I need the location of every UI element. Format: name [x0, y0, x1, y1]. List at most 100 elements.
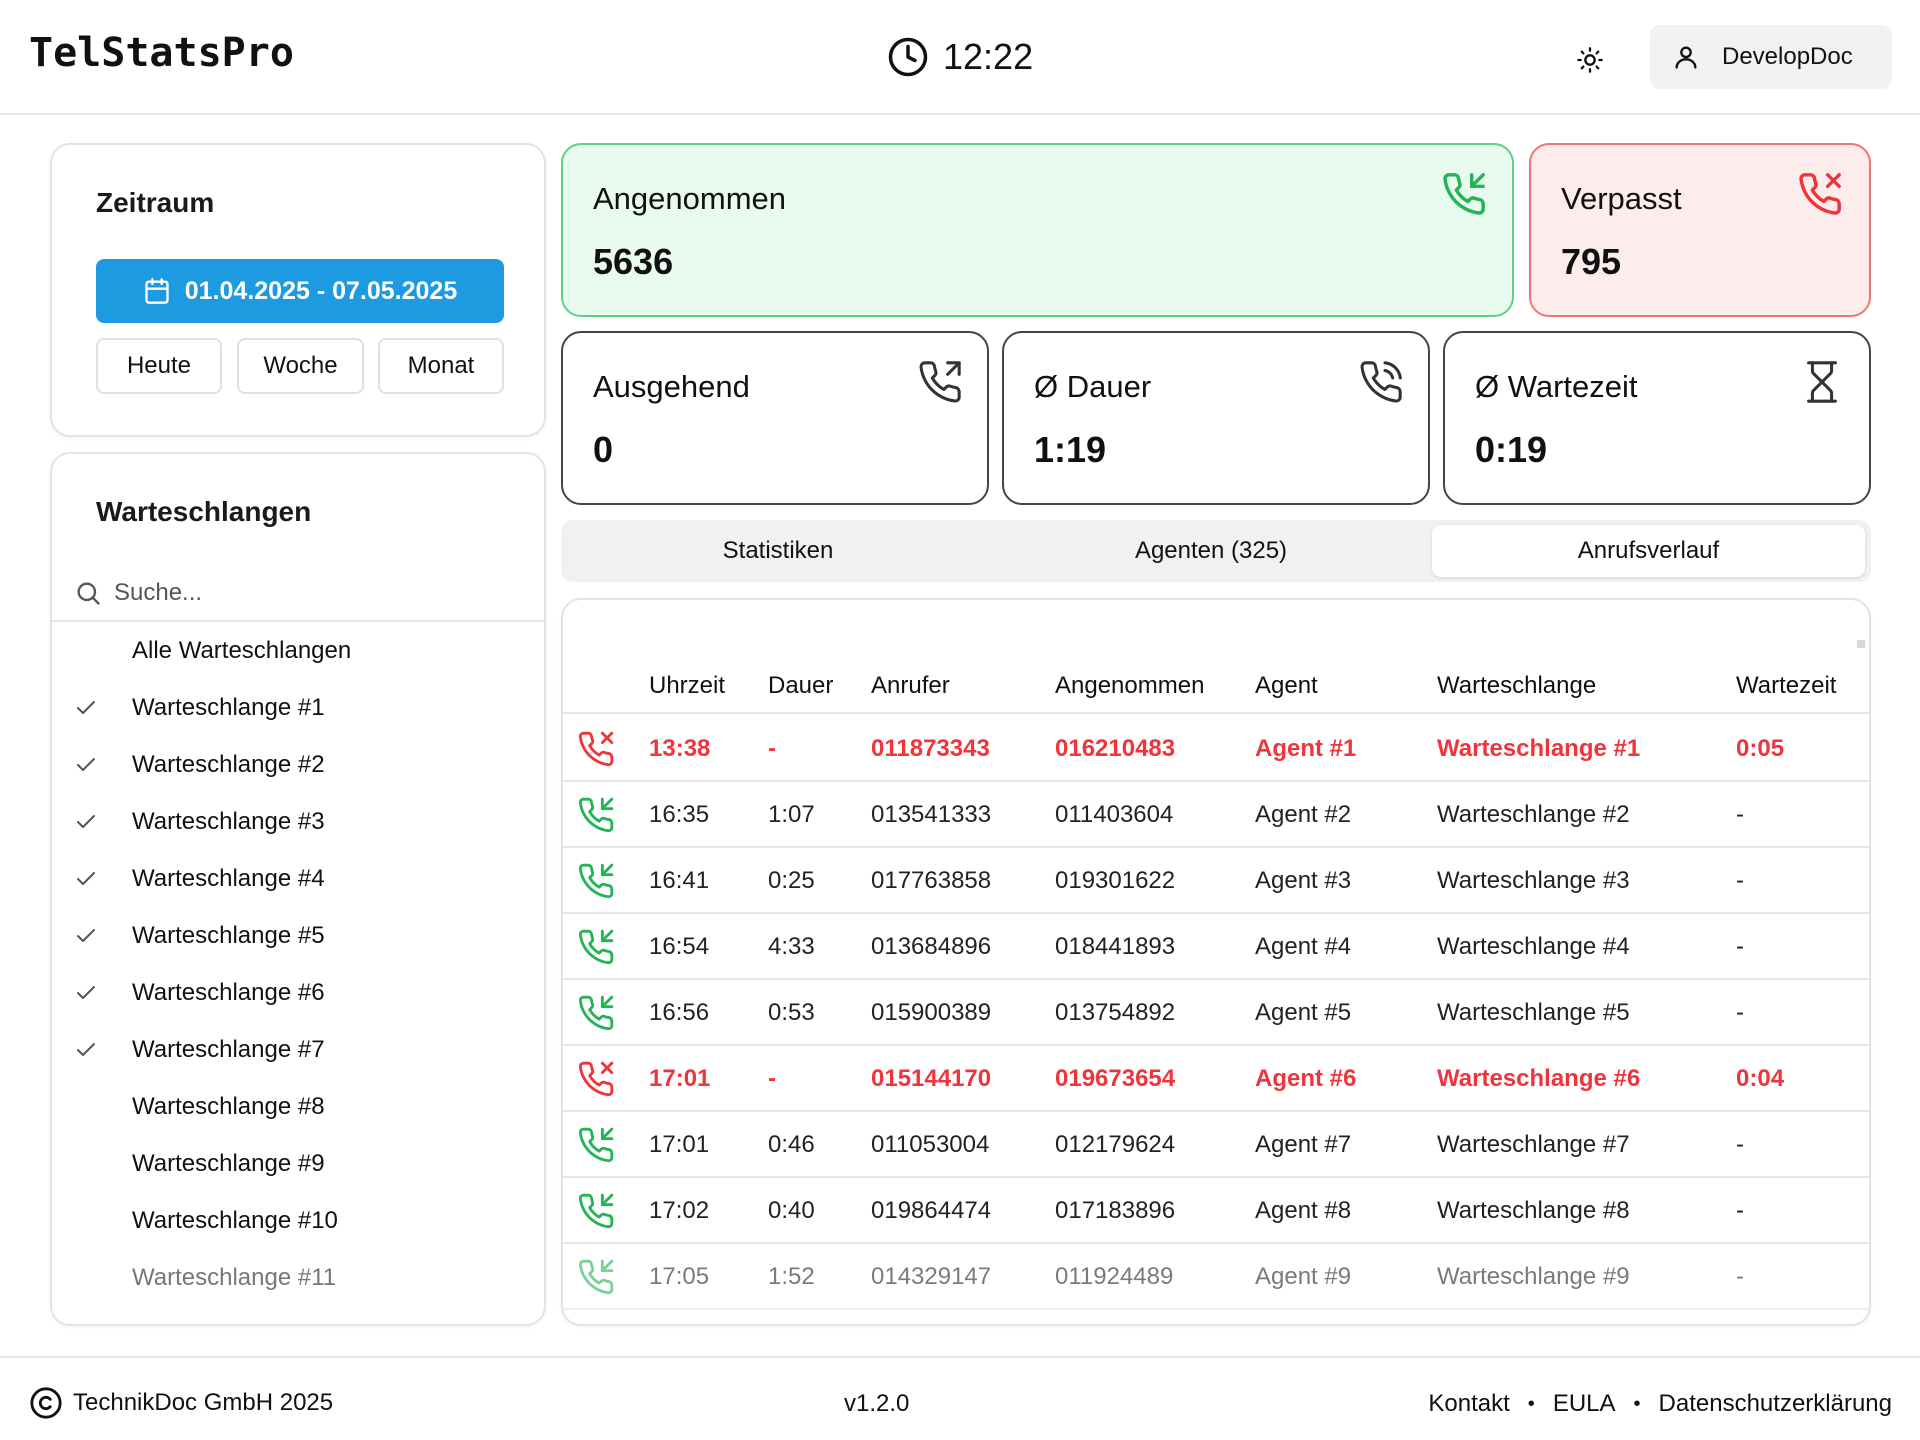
queue-item[interactable]: Warteschlange #5 — [52, 907, 544, 964]
table-cell: 013541333 — [871, 801, 992, 828]
table-cell: - — [1736, 933, 1744, 960]
table-cell: Warteschlange #2 — [1437, 801, 1630, 828]
queues-title: Warteschlangen — [96, 496, 312, 527]
column-header[interactable]: Angenommen — [1055, 672, 1204, 700]
table-cell: Warteschlange #9 — [1437, 1263, 1630, 1290]
table-cell: 019301622 — [1055, 867, 1176, 894]
stat-card-missed: Verpasst 795 — [1529, 143, 1871, 317]
tab-agents[interactable]: Agenten (325) — [999, 525, 1423, 577]
table-row[interactable]: 13:38 - 011873343 016210483 Agent #1 Wartesch… — [563, 716, 1869, 782]
table-cell: 017183896 — [1055, 1197, 1176, 1224]
check-icon — [77, 929, 95, 942]
queue-item[interactable]: Warteschlange #10 — [52, 1192, 544, 1249]
clock-icon — [888, 37, 928, 77]
stat-card-avg-wait: Ø Wartezeit 0:19 — [1443, 331, 1871, 505]
stat-label: Ø Wartezeit — [1475, 369, 1638, 404]
hourglass-icon — [1807, 361, 1837, 403]
queue-item[interactable]: Warteschlange #3 — [52, 793, 544, 850]
table-cell: 012179624 — [1055, 1131, 1176, 1158]
table-cell: Warteschlange #1 — [1437, 735, 1641, 762]
column-header[interactable]: Dauer — [768, 672, 833, 700]
table-cell: 011053004 — [871, 1131, 990, 1158]
user-menu-button[interactable]: DevelopDoc — [1650, 25, 1892, 89]
separator-dot: • — [1527, 1392, 1535, 1415]
table-cell: 4:33 — [768, 933, 815, 960]
stat-value: 1:19 — [1034, 429, 1107, 470]
table-cell: Agent #7 — [1255, 1131, 1352, 1158]
queue-item-label: Warteschlange #7 — [132, 1035, 325, 1063]
table-row[interactable]: 17:02 0:40 019864474 017183896 Agent #8 Warte… — [563, 1178, 1869, 1244]
stat-value: 5636 — [593, 241, 674, 282]
table-row[interactable]: 16:54 4:33 013684896 018441893 Agent #4 Warte… — [563, 914, 1869, 980]
eula-link[interactable]: EULA — [1553, 1390, 1616, 1418]
table-cell: 17:01 — [649, 1131, 710, 1158]
contact-link[interactable]: Kontakt — [1428, 1390, 1509, 1418]
month-button[interactable]: Monat — [378, 338, 504, 394]
check-icon — [77, 1043, 95, 1056]
footer-links: Kontakt • EULA • Datenschutzerklärung — [1428, 1390, 1892, 1418]
table-cell: 0:53 — [768, 999, 815, 1026]
table-cell: - — [1736, 1197, 1744, 1224]
clock: 12:22 — [887, 36, 1033, 78]
table-cell: Warteschlange #8 — [1437, 1197, 1630, 1224]
table-cell: 019864474 — [871, 1197, 992, 1224]
stat-label: Ausgehend — [593, 369, 750, 404]
table-row[interactable]: 16:35 1:07 013541333 011403604 Agent #2 Warte… — [563, 782, 1869, 848]
queue-item[interactable]: Alle Warteschlangen — [52, 622, 544, 679]
scrollbar[interactable] — [1857, 640, 1865, 648]
table-cell: - — [1736, 1263, 1744, 1290]
queue-item-label: Warteschlange #5 — [132, 921, 325, 949]
calendar-icon — [145, 278, 169, 304]
table-cell: Warteschlange #7 — [1437, 1131, 1630, 1158]
phone-call-icon — [1360, 361, 1402, 403]
theme-toggle-button[interactable] — [1570, 40, 1610, 80]
queue-item-label: Warteschlange #6 — [132, 978, 325, 1006]
queue-search — [52, 566, 544, 622]
table-row[interactable]: 16:41 0:25 017763858 019301622 Agent #3 Warte… — [563, 848, 1869, 914]
tab-call-history[interactable]: Anrufsverlauf — [1432, 525, 1865, 577]
date-range-value: 01.04.2025 - 07.05.2025 — [184, 276, 458, 305]
week-button[interactable]: Woche — [237, 338, 364, 394]
column-header[interactable]: Uhrzeit — [649, 672, 725, 700]
copyright-icon — [30, 1387, 62, 1419]
queue-item[interactable]: Warteschlange #6 — [52, 964, 544, 1021]
column-header[interactable]: Agent — [1255, 672, 1318, 700]
table-cell: - — [768, 1065, 776, 1092]
stat-card-outgoing: Ausgehend 0 — [561, 331, 989, 505]
table-row[interactable]: 17:05 1:52 014329147 011924489 Agent #9 Warte… — [563, 1244, 1869, 1310]
app-footer: TechnikDoc GmbH 2025 v1.2.0 Kontakt • EU… — [0, 1356, 1920, 1440]
tab-statistics[interactable]: Statistiken — [566, 525, 990, 577]
check-icon — [77, 758, 95, 771]
table-cell: Agent #1 — [1255, 735, 1357, 762]
queue-item[interactable]: Warteschlange #1 — [52, 679, 544, 736]
queue-search-input[interactable] — [114, 579, 494, 607]
queue-item[interactable]: Warteschlange #9 — [52, 1135, 544, 1192]
privacy-link[interactable]: Datenschutzerklärung — [1659, 1390, 1892, 1418]
column-header[interactable]: Anrufer — [871, 672, 950, 700]
column-header[interactable]: Wartezeit — [1736, 672, 1836, 700]
queue-item[interactable]: Warteschlange #7 — [52, 1021, 544, 1078]
table-cell: - — [768, 735, 776, 762]
table-row[interactable]: 16:56 0:53 015900389 013754892 Agent #5 Warte… — [563, 980, 1869, 1046]
table-row[interactable]: 17:01 0:46 011053004 012179624 Agent #7 Warte… — [563, 1112, 1869, 1178]
date-range-picker-button[interactable]: 01.04.2025 - 07.05.2025 — [96, 259, 504, 323]
phone-incoming-icon — [578, 1127, 614, 1163]
queue-item-label: Warteschlange #4 — [132, 864, 325, 892]
table-cell: 013684896 — [871, 933, 992, 960]
table-cell: 1:52 — [768, 1263, 815, 1290]
queue-item[interactable]: Warteschlange #11 — [52, 1249, 544, 1306]
queue-item[interactable]: Warteschlange #4 — [52, 850, 544, 907]
stat-label: Angenommen — [593, 181, 787, 216]
queue-item[interactable]: Warteschlange #2 — [52, 736, 544, 793]
table-cell: Agent #4 — [1255, 933, 1352, 960]
phone-incoming-icon — [578, 995, 614, 1031]
table-body: 13:38 - 011873343 016210483 Agent #1 Wartesch… — [563, 716, 1869, 1310]
table-row[interactable]: 17:01 - 015144170 019673654 Agent #6 Wartesch… — [563, 1046, 1869, 1112]
table-cell: 013754892 — [1055, 999, 1176, 1026]
queue-item[interactable]: Warteschlange #8 — [52, 1078, 544, 1135]
column-header[interactable]: Warteschlange — [1437, 672, 1596, 700]
today-button[interactable]: Heute — [96, 338, 222, 394]
table-cell: Warteschlange #5 — [1437, 999, 1630, 1026]
table-cell: Agent #8 — [1255, 1197, 1352, 1224]
phone-incoming-icon — [578, 1259, 614, 1295]
